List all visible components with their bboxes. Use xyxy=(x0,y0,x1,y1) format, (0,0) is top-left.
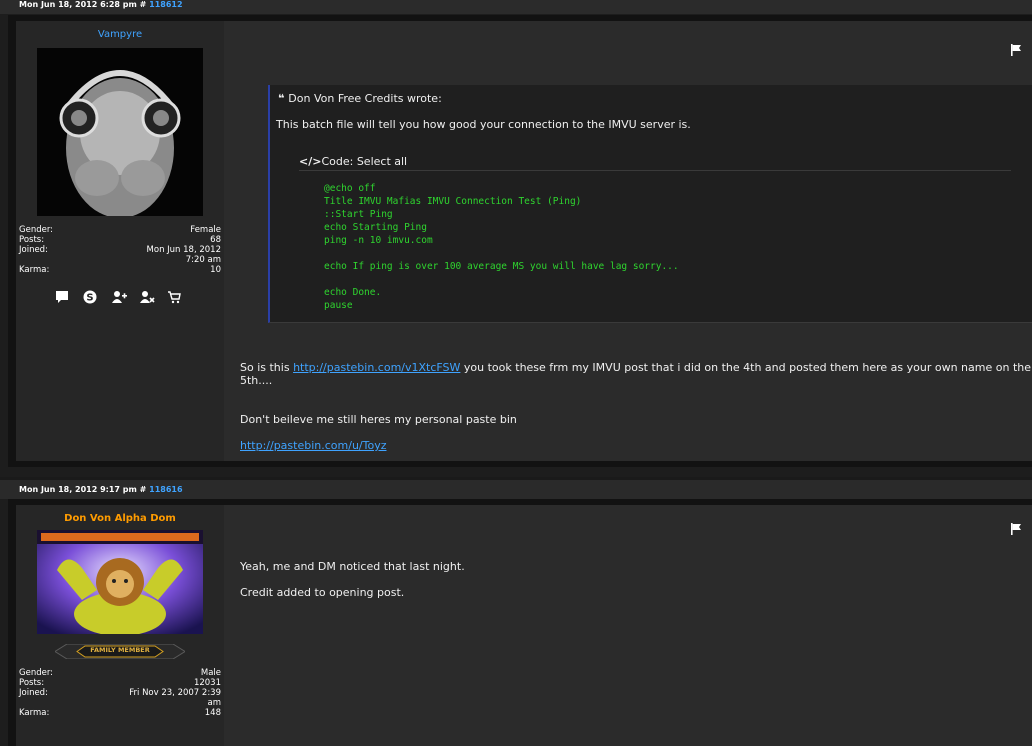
message-icon[interactable] xyxy=(55,289,73,303)
rank-badge-label: FAMILY MEMBER xyxy=(90,646,150,654)
quote-icon: ❝ xyxy=(278,92,289,105)
stat-value: 10 xyxy=(210,265,221,275)
stat-label: Joined: xyxy=(19,245,48,255)
stat-value: Female xyxy=(190,225,221,235)
report-flag-icon[interactable] xyxy=(1010,44,1022,56)
quote-author: Don Von Free Credits wrote: xyxy=(288,92,442,105)
post-paragraph: So is this http://pastebin.com/v1XtcFSW … xyxy=(240,361,1032,387)
stat-label: Joined: xyxy=(19,688,48,698)
quote-block: ❝ Don Von Free Credits wrote: This batch… xyxy=(268,85,1032,323)
pastebin-link[interactable]: http://pastebin.com/v1XtcFSW xyxy=(293,361,460,374)
stat-value: 148 xyxy=(204,708,221,718)
report-flag-icon[interactable] xyxy=(1010,523,1022,535)
post-separator: # xyxy=(139,0,147,9)
rank-badge: FAMILY MEMBER xyxy=(55,644,185,659)
svg-text:S: S xyxy=(86,293,93,304)
profile-stats: Gender: Male Posts: 12031 Joined: Fri Nov 2… xyxy=(16,668,224,718)
username-link[interactable]: Don Von Alpha Dom xyxy=(16,513,224,527)
skype-icon[interactable]: S xyxy=(83,289,101,304)
post-paragraph: Yeah, me and DM noticed that last night. xyxy=(240,560,465,573)
post-number-link[interactable]: 118616 xyxy=(149,485,182,494)
code-icon: </> xyxy=(299,155,322,168)
username-link[interactable]: Vampyre xyxy=(16,29,224,43)
quote-text: This batch file will tell you how good y… xyxy=(276,118,691,131)
post-timestamp: Mon Jun 18, 2012 6:28 pm xyxy=(19,0,137,9)
contact-icons: S xyxy=(16,289,224,304)
profile-stats: Gender: Female Posts: 68 Joined: Mon Jun 18… xyxy=(16,225,224,275)
code-select-all[interactable]: Code: Select all xyxy=(321,155,407,168)
stat-posts: Posts: 12031 xyxy=(19,678,221,688)
stat-gender: Gender: Female xyxy=(19,225,221,235)
post-profile: Don Von Alpha Dom FAMILY MEMBER Gender: … xyxy=(16,505,224,746)
stat-label: Posts: xyxy=(19,678,45,688)
stat-label: Karma: xyxy=(19,265,50,275)
add-friend-icon[interactable] xyxy=(111,289,129,303)
stat-value: Mon Jun 18, 2012 7:20 am xyxy=(146,245,221,265)
stat-karma: Karma: 148 xyxy=(19,708,221,718)
quote-title: ❝ Don Von Free Credits wrote: xyxy=(278,92,442,105)
post-paragraph: http://pastebin.com/u/Toyz xyxy=(240,439,386,452)
post-profile: Vampyre Gender: Female Posts: 68 Joined: Mo… xyxy=(16,21,224,461)
stat-karma: Karma: 10 xyxy=(19,265,221,275)
stat-posts: Posts: 68 xyxy=(19,235,221,245)
post-timestamp: Mon Jun 18, 2012 9:17 pm xyxy=(19,485,137,494)
avatar[interactable] xyxy=(37,48,203,216)
stat-label: Posts: xyxy=(19,235,45,245)
post-paragraph: Don't beileve me still heres my personal… xyxy=(240,413,517,426)
paragraph-text: So is this xyxy=(240,361,294,374)
post: Don Von Alpha Dom FAMILY MEMBER Gender: … xyxy=(8,499,1032,746)
post-content: Yeah, me and DM noticed that last night.… xyxy=(224,505,1032,746)
stat-value: Fri Nov 23, 2007 2:39 am xyxy=(129,688,221,708)
cart-icon[interactable] xyxy=(167,289,185,304)
post: Vampyre Gender: Female Posts: 68 Joined: Mo… xyxy=(8,15,1032,467)
add-foe-icon[interactable] xyxy=(139,289,157,303)
pastebin-profile-link[interactable]: http://pastebin.com/u/Toyz xyxy=(240,439,386,452)
post-number-link[interactable]: 118612 xyxy=(149,0,182,9)
stat-joined: Joined: Mon Jun 18, 2012 7:20 am xyxy=(19,245,221,265)
post-separator: # xyxy=(139,485,147,494)
code-content: @echo off Title IMVU Mafias IMVU Connect… xyxy=(324,183,679,311)
code-header: </>Code: Select all xyxy=(299,155,1011,171)
post-paragraph: Credit added to opening post. xyxy=(240,586,405,599)
stat-gender: Gender: Male xyxy=(19,668,221,678)
avatar[interactable] xyxy=(37,530,203,634)
stat-value: 12031 xyxy=(193,678,221,688)
post-header: Mon Jun 18, 2012 6:28 pm # 118612 xyxy=(0,0,1032,14)
post-header: Mon Jun 18, 2012 9:17 pm # 118616 xyxy=(0,477,1032,499)
post-content: ❝ Don Von Free Credits wrote: This batch… xyxy=(224,21,1032,461)
stat-label: Karma: xyxy=(19,708,50,718)
stat-value: Male xyxy=(200,668,221,678)
stat-joined: Joined: Fri Nov 23, 2007 2:39 am xyxy=(19,688,221,708)
stat-label: Gender: xyxy=(19,668,54,678)
stat-label: Gender: xyxy=(19,225,54,235)
stat-value: 68 xyxy=(210,235,221,245)
